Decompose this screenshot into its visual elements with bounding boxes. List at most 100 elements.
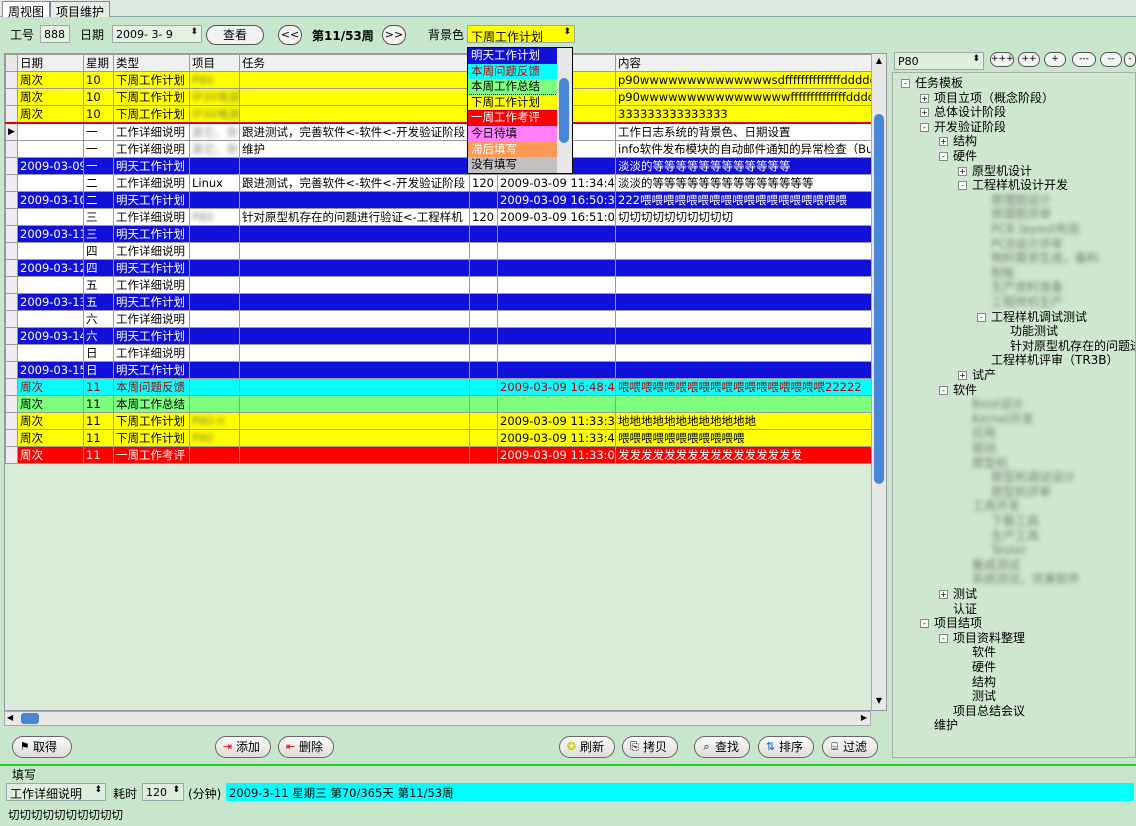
cell-duration[interactable] (469, 293, 498, 311)
row-indicator[interactable] (5, 293, 18, 311)
tree-node[interactable]: 软件 (953, 383, 977, 397)
tree-node[interactable]: 原理图设计 (991, 193, 1051, 207)
cell-task[interactable] (239, 293, 470, 311)
cell-content[interactable]: 喂喂喂喂喂喂喂喂喂喂喂 (615, 429, 873, 447)
cell-content[interactable] (615, 293, 873, 311)
cell-project[interactable]: IP30电源 (189, 105, 240, 124)
refresh-button[interactable]: ✪ 刷新 (559, 736, 615, 758)
col-content[interactable]: 内容 (615, 54, 873, 72)
cell-weekday[interactable]: 10 (83, 71, 114, 89)
cell-type[interactable]: 一周工作考评 (113, 446, 190, 464)
table-row[interactable]: 周次 11 下周工作计划 P80 2009-03-09 11:33:47 喂喂喂喂喂喂喂喂… (5, 429, 873, 447)
row-indicator[interactable] (5, 327, 18, 345)
cell-time[interactable] (497, 310, 616, 328)
tree-node[interactable]: Tester (991, 544, 1027, 557)
cell-project[interactable] (189, 276, 240, 294)
content-textarea[interactable]: 切切切切切切切切切切 (6, 805, 1130, 825)
row-indicator[interactable] (5, 191, 18, 209)
cell-weekday[interactable]: 二 (83, 191, 114, 209)
cell-project[interactable] (189, 378, 240, 396)
cell-weekday[interactable]: 六 (83, 327, 114, 345)
dropdown-option[interactable]: 今日待填 (468, 125, 557, 142)
cell-content[interactable] (615, 361, 873, 379)
next-week-button[interactable]: >> (382, 25, 406, 45)
tree-node[interactable]: Boot设计 (972, 398, 1024, 411)
table-row[interactable]: 二工作详细说明 Linux 跟进测试，完善软件<-软件<-开发验证阶段 120 2009… (5, 174, 873, 192)
table-row[interactable]: 2009-03-12 四明天工作计划 (5, 259, 873, 277)
expand-node-icon[interactable]: + (958, 166, 967, 176)
tree-node[interactable]: 认证 (953, 602, 977, 616)
view-button[interactable]: 查看 (206, 25, 264, 45)
tab-project-maintenance[interactable]: 项目维护 (50, 1, 111, 19)
tree-node[interactable]: 项目总结会议 (953, 704, 1025, 718)
table-row[interactable]: 六工作详细说明 (5, 310, 873, 328)
cell-weekday[interactable]: 一 (83, 157, 114, 175)
scroll-right-icon[interactable]: ▶ (861, 713, 867, 722)
cell-duration[interactable] (469, 242, 498, 260)
cell-content[interactable]: 222喂喂喂喂喂喂喂喂喂喂喂喂喂喂喂喂喂喂 (615, 191, 873, 209)
cell-content[interactable] (615, 310, 873, 328)
tree-node[interactable]: 物料需求生成，备料 (991, 252, 1099, 265)
cell-content[interactable]: 淡淡的等等等等等等等等等等等等等等 (615, 174, 873, 192)
cell-date[interactable]: 周次 (17, 446, 84, 464)
tree-node[interactable]: 开发验证阶段 (934, 120, 1006, 134)
cell-weekday[interactable]: 三 (83, 208, 114, 226)
tree-node[interactable]: 任务模板 (915, 77, 963, 90)
row-indicator[interactable] (5, 378, 18, 396)
template-project-select[interactable]: P80 ⬍ (894, 52, 984, 70)
cell-project[interactable] (189, 293, 240, 311)
dropdown-scroll-thumb[interactable] (559, 78, 569, 143)
cell-weekday[interactable]: 11 (83, 446, 114, 464)
expand-all-button[interactable]: +++ (990, 52, 1014, 67)
cell-project[interactable]: 其它、杂 (189, 140, 240, 158)
cell-type[interactable]: 明天工作计划 (113, 259, 190, 277)
add-button[interactable]: ⇥ 添加 (215, 736, 271, 758)
row-indicator[interactable] (5, 174, 18, 192)
scroll-down-icon[interactable]: ▼ (873, 696, 885, 708)
cell-date[interactable]: 2009-03-10 (17, 191, 84, 209)
copy-button[interactable]: ⎘ 拷贝 (622, 736, 678, 758)
cell-task[interactable] (239, 429, 470, 447)
cell-time[interactable] (497, 276, 616, 294)
cell-project[interactable]: P80 (189, 429, 240, 447)
row-indicator[interactable] (5, 446, 18, 464)
col-date[interactable]: 日期 (17, 54, 84, 72)
cell-type[interactable]: 工作详细说明 (113, 242, 190, 260)
cell-type[interactable]: 下周工作计划 (113, 412, 190, 430)
table-row[interactable]: 五工作详细说明 (5, 276, 873, 294)
tree-node[interactable]: 集成测试 (972, 558, 1020, 572)
cell-time[interactable]: 2009-03-09 11:33:37 (497, 412, 616, 430)
tree-node[interactable]: 系统测试，完善软件 (972, 573, 1080, 586)
cell-task[interactable] (239, 412, 470, 430)
tree-node[interactable]: PCB layout布局 (991, 223, 1080, 236)
table-row[interactable]: 四工作详细说明 (5, 242, 873, 260)
expand-node-icon[interactable]: + (920, 108, 929, 118)
cell-content[interactable]: info软件发布模块的自动邮件通知的异常检查（Bug (615, 140, 873, 158)
cell-time[interactable] (497, 395, 616, 413)
tree-node[interactable]: 原型机评审 (991, 485, 1051, 499)
table-row[interactable]: 2009-03-13 五明天工作计划 (5, 293, 873, 311)
cell-duration[interactable] (469, 446, 498, 464)
cell-type[interactable]: 工作详细说明 (113, 310, 190, 328)
cell-time[interactable] (497, 225, 616, 243)
tree-node[interactable]: 生产工具 (991, 529, 1039, 543)
cell-weekday[interactable]: 三 (83, 225, 114, 243)
cell-date[interactable]: 周次 (17, 378, 84, 396)
cell-content[interactable]: 淡淡的等等等等等等等等等等等等 (615, 157, 873, 175)
cell-duration[interactable] (469, 225, 498, 243)
table-row[interactable]: 周次10下周工作计划IP30电源5:08:22333333333333333 (5, 105, 873, 124)
collapse-node-icon[interactable]: - (920, 619, 929, 629)
cell-duration[interactable] (469, 276, 498, 294)
row-indicator[interactable] (5, 429, 18, 447)
cell-date[interactable] (17, 174, 84, 192)
tree-node[interactable]: 针对原型机存在的问题进 (1010, 339, 1135, 353)
cell-project[interactable] (189, 361, 240, 379)
cell-date[interactable]: 2009-03-13 (17, 293, 84, 311)
cell-duration[interactable] (469, 310, 498, 328)
cell-project[interactable] (189, 344, 240, 362)
cell-time[interactable] (497, 344, 616, 362)
cell-date[interactable] (17, 140, 84, 158)
tree-node[interactable]: 硬件 (953, 150, 977, 163)
row-indicator[interactable] (5, 412, 18, 430)
table-row[interactable]: 周次10下周工作计划P807:56:29p90wwwwwwwwwwwwwwsdf… (5, 71, 873, 89)
